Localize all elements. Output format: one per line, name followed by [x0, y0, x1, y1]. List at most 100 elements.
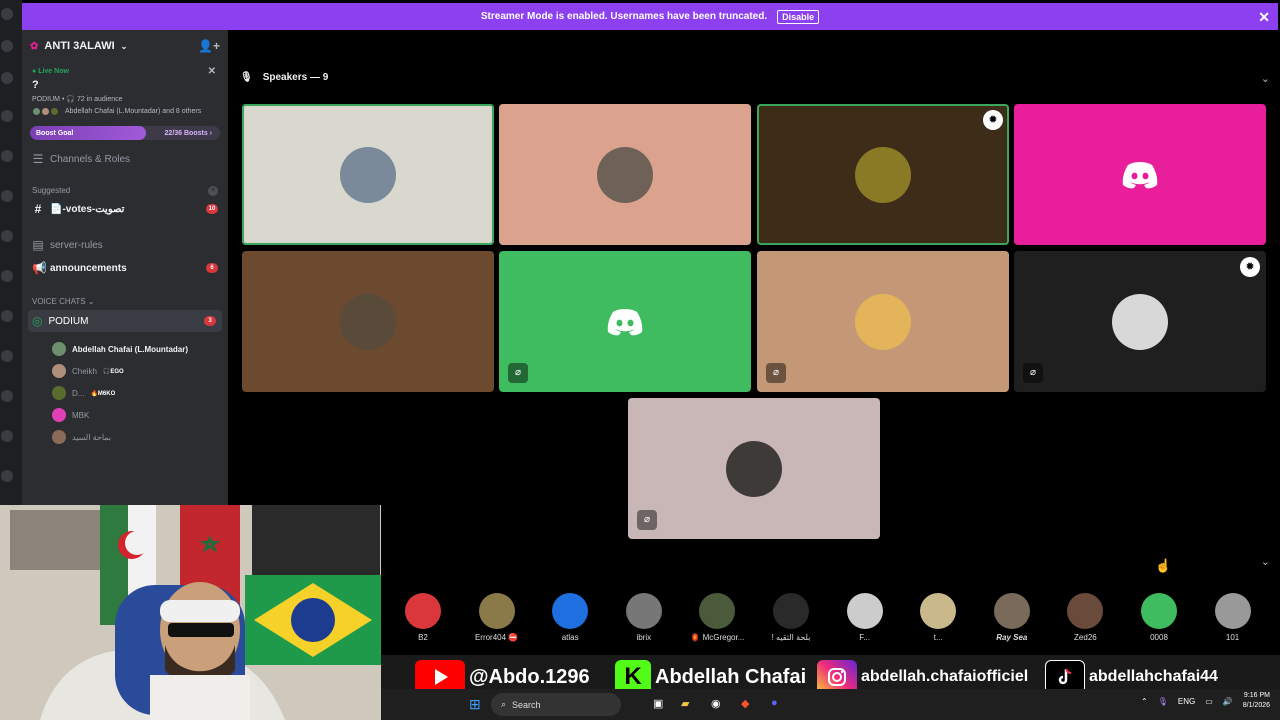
taskbar-search[interactable]: ⌕ Search: [491, 693, 621, 716]
audience-member[interactable]: ! بلحة الثقيه: [756, 593, 826, 642]
server-icon[interactable]: [1, 190, 13, 202]
audience-name: Ray Sea: [996, 633, 1028, 642]
boost-goal-bar[interactable]: Boost Goal 22/36 Boosts ›: [30, 126, 220, 140]
audience-member[interactable]: F...: [830, 593, 900, 642]
suggested-label: Suggested: [32, 186, 71, 195]
unread-badge: 10: [206, 204, 218, 214]
channels-roles[interactable]: ☰ Channels & Roles: [22, 148, 228, 170]
audience-member[interactable]: 0008: [1124, 593, 1194, 642]
audience-member[interactable]: atlas: [535, 593, 605, 642]
hash-icon: #: [34, 202, 42, 216]
voice-section-label: VOICE CHATS ⌄: [32, 297, 95, 306]
stage-title: ?: [32, 79, 39, 91]
server-icon[interactable]: [1, 350, 13, 362]
discord-taskbar-icon[interactable]: ●: [771, 697, 778, 709]
avatar: [405, 593, 441, 629]
avatar: [1112, 293, 1168, 350]
member-name: Cheikh: [72, 366, 97, 376]
volume-icon[interactable]: 🔊: [1223, 697, 1233, 706]
banner-text: Streamer Mode is enabled. Usernames have…: [480, 11, 768, 22]
chevron-down-icon[interactable]: ⌄: [1261, 72, 1270, 85]
brave-icon[interactable]: ◆: [741, 697, 749, 710]
close-icon[interactable]: ✕: [208, 66, 216, 77]
discord-icon: [607, 308, 643, 335]
speakers-title: Speakers — 9: [262, 72, 329, 83]
kick-text: Abdellah Chafai: [655, 665, 807, 688]
audience-member[interactable]: 101: [1198, 593, 1268, 642]
server-icon[interactable]: [1, 72, 13, 84]
screen: Streamer Mode is enabled. Usernames have…: [0, 0, 1280, 720]
server-icon[interactable]: [1, 390, 13, 402]
live-label-text: Live Now: [38, 68, 69, 75]
audience-member[interactable]: Error404 ⛔: [462, 593, 532, 642]
avatar: [52, 364, 66, 378]
server-icon[interactable]: [1, 430, 13, 442]
speaker-tile[interactable]: ✹: [757, 104, 1009, 245]
speaker-tile[interactable]: [499, 104, 751, 245]
channel-label: announcements: [50, 262, 127, 274]
server-icon[interactable]: [1, 40, 13, 52]
language-indicator[interactable]: ENG: [1178, 697, 1195, 706]
server-icon[interactable]: [1, 230, 13, 242]
stage-member[interactable]: بماحة السيد: [22, 426, 228, 448]
chrome-icon[interactable]: ◉: [711, 697, 721, 710]
avatar: [597, 146, 653, 203]
avatar: [32, 107, 41, 116]
stage-member[interactable]: Cheikh 🎧EGO: [22, 360, 228, 382]
chevron-down-icon: ⌄: [120, 41, 128, 51]
channel-announcements[interactable]: 📢 announcements 6: [22, 257, 228, 279]
disable-button[interactable]: Disable: [777, 9, 820, 24]
search-label: Search: [512, 699, 541, 710]
audience-member[interactable]: Zed26: [1050, 593, 1120, 642]
invite-people-icon[interactable]: 👤+: [198, 39, 220, 53]
audience-name: 0008: [1150, 633, 1168, 642]
task-view-icon[interactable]: ▣: [653, 697, 663, 710]
speaker-tile[interactable]: ⌀: [628, 398, 880, 539]
channel-votes[interactable]: # 📄-votes-تصويت 10: [22, 198, 228, 220]
stage-people: Abdellah Chafai (L.Mountadar) and 8 othe…: [22, 103, 228, 116]
speaker-tile[interactable]: [242, 251, 494, 392]
dismiss-icon[interactable]: ✕: [208, 186, 218, 196]
stage-member[interactable]: MBK: [22, 404, 228, 426]
chevron-down-icon[interactable]: ⌄: [1261, 555, 1270, 568]
stage-member[interactable]: Abdellah Chafai (L.Mountadar): [22, 338, 228, 360]
server-icon[interactable]: [1, 310, 13, 322]
display-icon[interactable]: ▭: [1205, 697, 1213, 706]
speaker-tile[interactable]: ⌀: [757, 251, 1009, 392]
server-icon[interactable]: [1, 270, 13, 282]
chevron-up-icon[interactable]: ⌃: [1141, 697, 1148, 706]
avatar: [993, 593, 1030, 629]
file-explorer-icon[interactable]: ▰: [681, 697, 689, 710]
close-icon[interactable]: ✕: [1258, 9, 1270, 26]
member-tag: 🔥M6KO: [90, 390, 116, 397]
stage-member[interactable]: D... 🔥M6KO: [22, 382, 228, 404]
avatar: [340, 146, 396, 203]
server-icon[interactable]: [1, 110, 13, 122]
mic-muted-icon: ⌀: [508, 363, 528, 383]
server-icon[interactable]: [1, 470, 13, 482]
server-icon[interactable]: [1, 150, 13, 162]
rules-icon: ▤: [32, 238, 44, 252]
audience-member[interactable]: Ray Sea: [977, 593, 1047, 642]
speaker-tile[interactable]: ⌀ ✹: [1014, 251, 1266, 392]
avatar: [552, 593, 589, 629]
mic-icon[interactable]: 🎙: [1158, 697, 1168, 706]
webcam-image: [0, 505, 381, 720]
voice-chats-section[interactable]: VOICE CHATS ⌄: [22, 289, 228, 308]
speaker-tile[interactable]: ⌀: [499, 251, 751, 392]
cursor-icon: ☝: [1155, 558, 1172, 573]
audience-member[interactable]: 🏮 McGregor...: [682, 593, 752, 642]
speaker-tile[interactable]: [242, 104, 494, 245]
windows-start-icon[interactable]: ⊞: [469, 696, 481, 713]
audience-member[interactable]: B2: [388, 593, 458, 642]
speaker-tile[interactable]: [1014, 104, 1266, 245]
audience-member[interactable]: ibrix: [609, 593, 679, 642]
server-header[interactable]: ✿ ANTI 3ALAWI ⌄ 👤+: [22, 30, 228, 62]
channel-podium[interactable]: ◎ PODIUM 3: [28, 310, 222, 332]
channel-server-rules[interactable]: ▤ server-rules: [22, 234, 228, 256]
clock[interactable]: 9:16 PM 8/1/2026: [1243, 691, 1270, 711]
system-tray: ⌃ 🎙 ENG ▭ 🔊 9:16 PM 8/1/2026: [1141, 691, 1270, 711]
audience-member[interactable]: t...: [903, 593, 973, 642]
audience-name: Zed26: [1074, 633, 1097, 642]
server-icon[interactable]: [1, 8, 13, 20]
